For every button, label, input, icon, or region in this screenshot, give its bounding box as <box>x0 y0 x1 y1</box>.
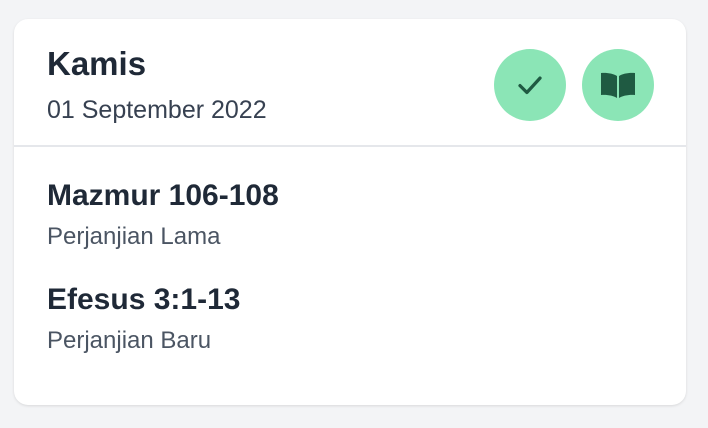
day-title: Kamis <box>47 45 147 82</box>
reading-item: Mazmur 106-108 Perjanjian Lama <box>47 178 279 252</box>
reading-testament: Perjanjian Lama <box>47 223 221 250</box>
open-book-icon <box>601 72 635 98</box>
reading-passage: Mazmur 106-108 <box>47 179 279 212</box>
reading-item: Efesus 3:1-13 Perjanjian Baru <box>47 282 240 356</box>
reading-testament: Perjanjian Baru <box>47 327 212 354</box>
check-icon <box>518 76 542 95</box>
date-text: 01 September 2022 <box>47 96 267 124</box>
card-header: Kamis 01 September 2022 <box>14 19 686 147</box>
open-reading-button[interactable] <box>582 49 654 121</box>
mark-read-button[interactable] <box>494 49 566 121</box>
reading-card: Kamis 01 September 2022 Mazmur 106-108 P… <box>14 19 686 405</box>
reading-passage: Efesus 3:1-13 <box>47 283 241 316</box>
